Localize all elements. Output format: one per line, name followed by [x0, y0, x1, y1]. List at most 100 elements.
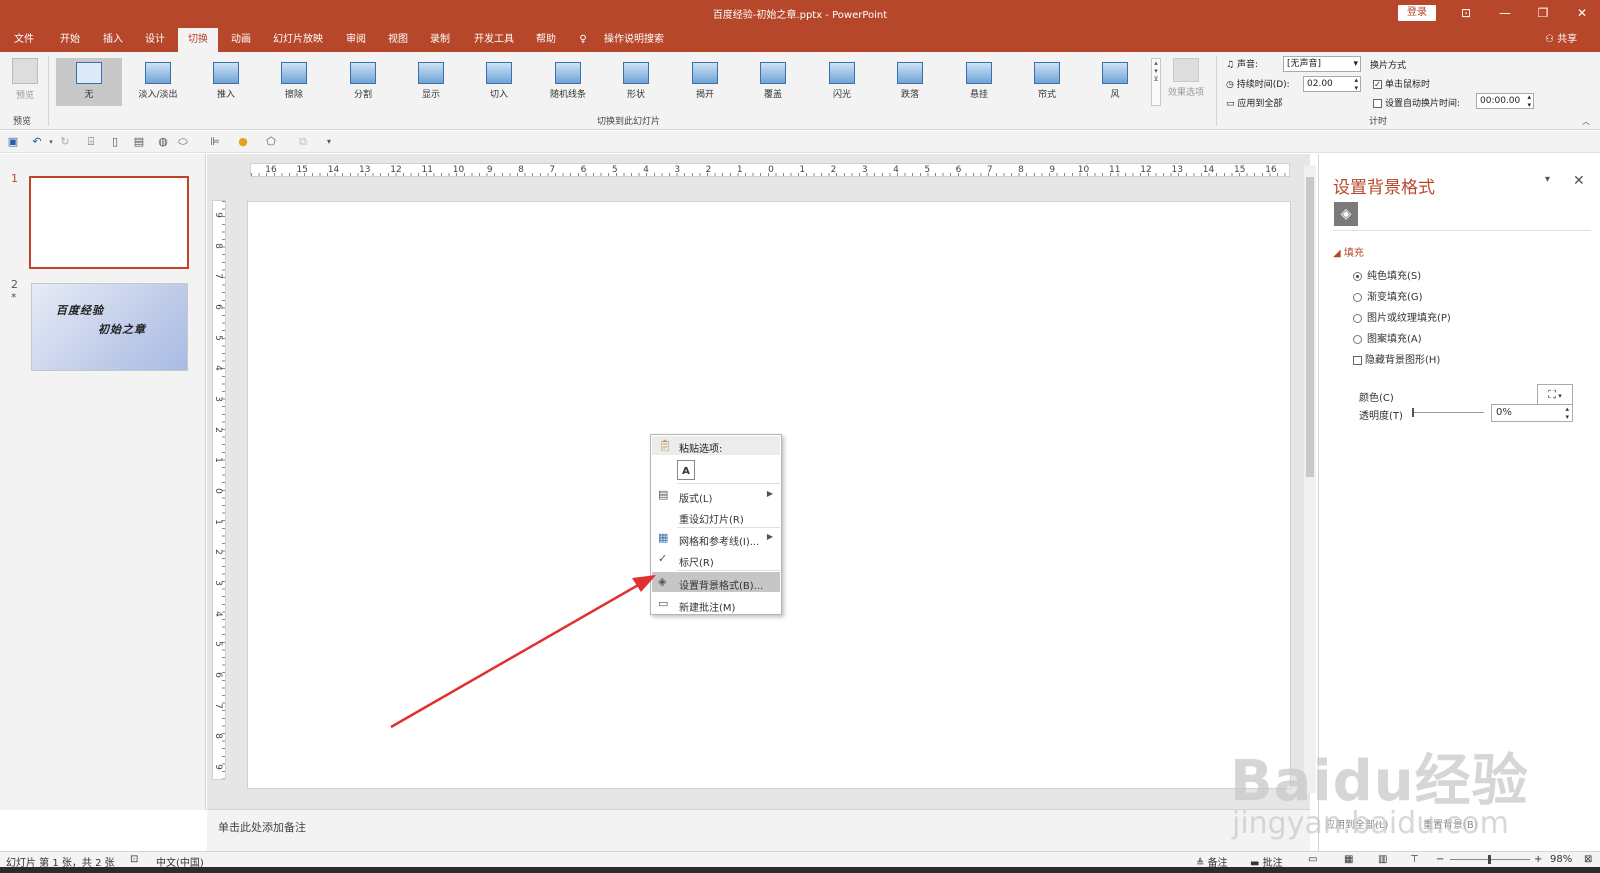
new-slide-icon[interactable]: ▯ [108, 135, 122, 149]
tab-home[interactable]: 开始 [52, 28, 88, 52]
transition-random-bars[interactable]: 随机线条 [535, 58, 601, 106]
color-picker-button[interactable]: ⛶ ▾ [1537, 384, 1573, 406]
transition-label: 随机线条 [549, 90, 586, 100]
slide-thumbnail-2[interactable]: 百度经验 初始之章 [31, 283, 188, 371]
close-icon[interactable]: ✕ [1571, 4, 1593, 22]
on-mouse-click-checkbox[interactable]: ✓ 单击鼠标时 [1373, 77, 1430, 90]
shapes-icon[interactable]: ◍ [156, 135, 170, 149]
slide-sorter-icon[interactable]: ▦ [1344, 854, 1353, 865]
menu-item-ruler[interactable]: ✓ 标尺(R) [652, 549, 780, 569]
scrollbar-thumb[interactable] [1306, 177, 1314, 477]
fill-color-icon[interactable]: ● [236, 135, 250, 149]
transparency-input[interactable]: 0% ▴ ▾ [1491, 404, 1573, 422]
login-button[interactable]: 登录 [1398, 5, 1436, 21]
gradient-fill-option[interactable]: 渐变填充(G) [1353, 288, 1423, 303]
menu-item-layout[interactable]: ▤ 版式(L) ▶ [652, 485, 780, 505]
zoom-slider-knob[interactable] [1488, 855, 1491, 864]
transition-split[interactable]: 分割 [330, 58, 396, 106]
auto-advance-input[interactable]: 00:00.00 ▴ ▾ [1476, 93, 1534, 109]
transition-cover[interactable]: 覆盖 [740, 58, 806, 106]
fill-section-header[interactable]: ◢ 填充 [1333, 244, 1364, 259]
tab-developer[interactable]: 开发工具 [468, 28, 520, 52]
arrange-icon[interactable]: ⬭ [176, 135, 190, 149]
menu-item-reset-slide[interactable]: 重设幻灯片(R) [652, 506, 780, 526]
transition-uncover[interactable]: 揭开 [672, 58, 738, 106]
close-icon[interactable]: ✕ [1573, 173, 1585, 189]
transition-reveal[interactable]: 显示 [398, 58, 464, 106]
gallery-group-label: 切换到此幻灯片 [597, 117, 661, 127]
slider-knob[interactable] [1412, 408, 1414, 417]
menu-item-new-comment[interactable]: ▭ 新建批注(M) [652, 594, 780, 614]
tab-review[interactable]: 审阅 [338, 28, 374, 52]
preview-button[interactable]: 预览 [8, 58, 42, 106]
spellcheck-icon[interactable]: ⊡ [130, 854, 138, 865]
tab-file[interactable]: 文件 [6, 28, 42, 52]
fill-bucket-icon[interactable]: ◈ [1334, 202, 1358, 226]
collapse-ribbon-icon[interactable]: ︿ [1582, 116, 1590, 127]
auto-advance-checkbox[interactable]: 设置自动换片时间: [1373, 96, 1460, 109]
zoom-level[interactable]: 98% [1550, 854, 1572, 865]
shape-outline-icon[interactable]: ⬠ [264, 135, 278, 149]
transition-push[interactable]: 推入 [193, 58, 259, 106]
start-from-beginning-icon[interactable]: ⌹ [84, 135, 98, 149]
solid-fill-option[interactable]: 纯色填充(S) [1353, 267, 1421, 282]
redo-icon[interactable]: ↻ [58, 135, 72, 149]
menu-item-format-background[interactable]: ◈ 设置背景格式(B)... [652, 572, 780, 592]
group-icon[interactable]: ⧉ [296, 135, 310, 149]
effect-options-button[interactable]: 效果选项 [1164, 58, 1208, 106]
undo-dropdown-icon[interactable]: ▾ [44, 135, 58, 149]
effect-options-label: 效果选项 [1167, 88, 1204, 98]
transition-none[interactable]: 无 [56, 58, 122, 106]
apply-all-button[interactable]: ▭ 应用到全部 [1226, 96, 1282, 109]
gallery-scroll[interactable]: ▴ ▾ ⊻ [1151, 58, 1161, 106]
picture-fill-option[interactable]: 图片或纹理填充(P) [1353, 309, 1451, 324]
customize-qat-icon[interactable]: ▾ [322, 135, 336, 149]
minimize-icon[interactable]: — [1494, 4, 1516, 22]
transition-flash[interactable]: 闪光 [809, 58, 875, 106]
share-button[interactable]: ⚇ 共享 [1545, 28, 1577, 52]
tab-transitions[interactable]: 切换 [178, 28, 218, 52]
tab-animations[interactable]: 动画 [223, 28, 259, 52]
slideshow-icon[interactable]: ⊤ [1410, 854, 1419, 865]
transparency-slider[interactable] [1412, 408, 1484, 417]
transition-cut[interactable]: 切入 [466, 58, 532, 106]
transition-fade[interactable]: 淡入/淡出 [125, 58, 191, 106]
reading-view-icon[interactable]: ▥ [1378, 854, 1387, 865]
transition-wind[interactable]: 风 [1082, 58, 1148, 106]
align-icon[interactable]: ⊫ [208, 135, 222, 149]
zoom-out-icon[interactable]: − [1436, 854, 1444, 865]
radio-icon [1353, 334, 1362, 344]
tell-me-search[interactable]: 操作说明搜索 [598, 28, 670, 52]
undo-icon[interactable]: ↶ [30, 135, 44, 149]
transition-curtains[interactable]: 帘式 [1014, 58, 1080, 106]
restore-icon[interactable]: ❐ [1532, 4, 1554, 22]
tab-view[interactable]: 视图 [380, 28, 416, 52]
slide-thumbnail-1[interactable] [29, 176, 189, 269]
tab-design[interactable]: 设计 [137, 28, 173, 52]
tab-record[interactable]: 录制 [422, 28, 458, 52]
fit-to-window-icon[interactable]: ⊠ [1584, 854, 1592, 865]
transition-drape[interactable]: 悬挂 [946, 58, 1012, 106]
zoom-in-icon[interactable]: + [1534, 854, 1542, 865]
menu-item-grid-guides[interactable]: ▦ 网格和参考线(I)... ▶ [652, 528, 780, 548]
sound-select[interactable]: [无声音] ▾ [1283, 56, 1361, 72]
tab-slideshow[interactable]: 幻灯片放映 [268, 28, 328, 52]
normal-view-icon[interactable]: ▭ [1308, 854, 1317, 865]
ruler-tick-label: 1 [212, 457, 223, 464]
save-icon[interactable]: ▣ [6, 135, 20, 149]
keep-text-only-paste-icon[interactable]: A [677, 460, 695, 480]
pattern-fill-option[interactable]: 图案填充(A) [1353, 330, 1422, 345]
transition-fall-over[interactable]: 跌落 [877, 58, 943, 106]
ribbon-display-options-icon[interactable]: ⊡ [1455, 4, 1477, 22]
tab-help[interactable]: 帮助 [528, 28, 564, 52]
notes-pane[interactable]: 单击此处添加备注 [207, 809, 1310, 851]
layout-icon[interactable]: ▤ [132, 135, 146, 149]
editor-scrollbar[interactable] [1304, 165, 1316, 793]
hide-background-graphics-checkbox[interactable]: 隐藏背景图形(H) [1353, 351, 1440, 366]
transition-shape[interactable]: 形状 [603, 58, 669, 106]
duration-input[interactable]: 02.00 ▴ ▾ [1303, 76, 1361, 92]
divider [1333, 230, 1591, 231]
pane-options-icon[interactable]: ▾ [1545, 174, 1550, 185]
tab-insert[interactable]: 插入 [95, 28, 131, 52]
transition-wipe[interactable]: 擦除 [261, 58, 327, 106]
